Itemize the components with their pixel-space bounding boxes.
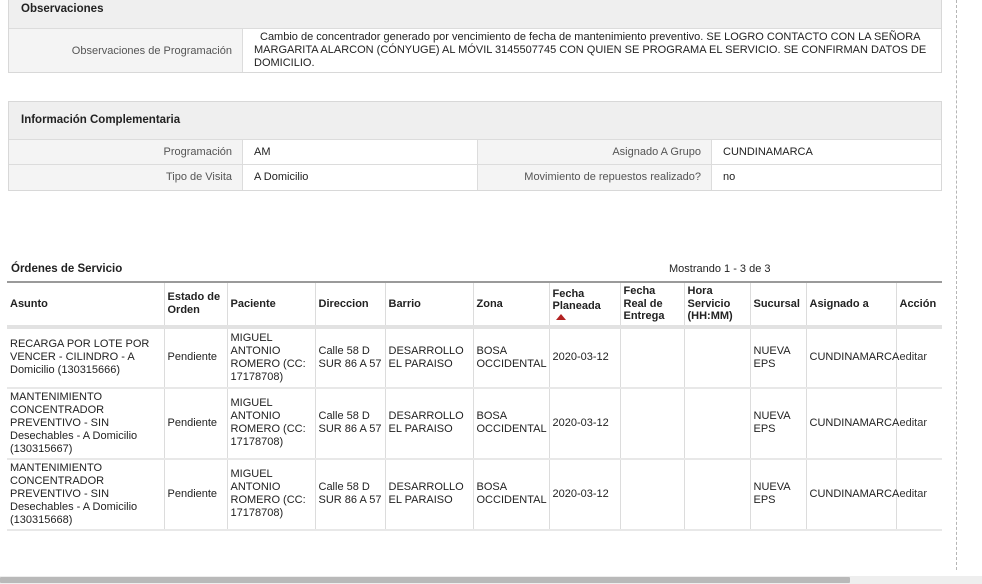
observaciones-table: Observaciones de Programación Cambio de … bbox=[9, 28, 941, 72]
cell-hora-servicio bbox=[684, 387, 751, 460]
observaciones-programacion-value: Cambio de concentrador generado por venc… bbox=[242, 28, 941, 72]
cell-fecha-real bbox=[620, 326, 685, 389]
cell-accion: editar bbox=[896, 326, 942, 389]
col-header-fecha-real[interactable]: Fecha Real de Entrega bbox=[620, 282, 685, 329]
observaciones-panel: Observaciones Observaciones de Programac… bbox=[8, 0, 942, 73]
cell-accion: editar bbox=[896, 458, 942, 531]
col-header-fecha-planeada[interactable]: Fecha Planeada bbox=[549, 282, 621, 329]
cell-fecha-real bbox=[620, 458, 685, 531]
cell-hora-servicio bbox=[684, 326, 751, 389]
col-header-zona[interactable]: Zona bbox=[473, 282, 550, 329]
asignado-grupo-value: CUNDINAMARCA bbox=[711, 139, 941, 165]
horizontal-scrollbar-thumb[interactable] bbox=[0, 577, 850, 583]
cell-sucursal: NUEVA EPS bbox=[750, 326, 807, 389]
col-header-hora-servicio[interactable]: Hora Servicio (HH:MM) bbox=[684, 282, 751, 329]
orders-header-row: Asunto Estado de Orden Paciente Direccio… bbox=[7, 282, 942, 329]
cell-accion: editar bbox=[896, 387, 942, 460]
cell-hora-servicio bbox=[684, 458, 751, 531]
page-edge-divider bbox=[956, 0, 957, 570]
cell-sucursal: NUEVA EPS bbox=[750, 458, 807, 531]
cell-zona: BOSA OCCIDENTAL bbox=[473, 326, 550, 389]
programacion-value: AM bbox=[242, 139, 478, 165]
col-header-paciente[interactable]: Paciente bbox=[227, 282, 316, 329]
informacion-complementaria-title: Información Complementaria bbox=[9, 102, 941, 139]
cell-asunto: MANTENIMIENTO CONCENTRADOR PREVENTIVO - … bbox=[7, 387, 165, 460]
cell-asunto: MANTENIMIENTO CONCENTRADOR PREVENTIVO - … bbox=[7, 458, 165, 531]
col-header-barrio[interactable]: Barrio bbox=[385, 282, 474, 329]
observaciones-programacion-label: Observaciones de Programación bbox=[9, 28, 243, 72]
cell-barrio: DESARROLLO EL PARAISO bbox=[385, 458, 474, 531]
cell-direccion: Calle 58 D SUR 86 A 57 bbox=[315, 326, 386, 389]
cell-zona: BOSA OCCIDENTAL bbox=[473, 387, 550, 460]
cell-estado: Pendiente bbox=[164, 458, 228, 531]
cell-fecha-real bbox=[620, 387, 685, 460]
informacion-complementaria-table: Programación AM Asignado A Grupo CUNDINA… bbox=[9, 139, 941, 190]
cell-asunto: RECARGA POR LOTE POR VENCER - CILINDRO -… bbox=[7, 326, 165, 389]
cell-estado: Pendiente bbox=[164, 326, 228, 389]
cell-paciente: MIGUEL ANTONIO ROMERO (CC: 17178708) bbox=[227, 326, 316, 389]
col-header-sucursal[interactable]: Sucursal bbox=[750, 282, 807, 329]
ordenes-servicio-table: Asunto Estado de Orden Paciente Direccio… bbox=[7, 281, 942, 531]
cell-direccion: Calle 58 D SUR 86 A 57 bbox=[315, 387, 386, 460]
cell-fecha-planeada: 2020-03-12 bbox=[549, 326, 621, 389]
cell-sucursal: NUEVA EPS bbox=[750, 387, 807, 460]
cell-estado: Pendiente bbox=[164, 387, 228, 460]
tipo-visita-label: Tipo de Visita bbox=[9, 164, 243, 190]
table-row: RECARGA POR LOTE POR VENCER - CILINDRO -… bbox=[7, 326, 942, 389]
cell-fecha-planeada: 2020-03-12 bbox=[549, 387, 621, 460]
pagination-count: Mostrando 1 - 3 de 3 bbox=[669, 263, 771, 275]
editar-link[interactable]: editar bbox=[900, 417, 928, 429]
ordenes-servicio-title: Órdenes de Servicio bbox=[11, 263, 123, 275]
col-header-asignado[interactable]: Asignado a bbox=[806, 282, 897, 329]
col-header-fecha-planeada-label: Fecha Planeada bbox=[552, 287, 601, 313]
informacion-complementaria-panel: Información Complementaria Programación … bbox=[8, 101, 942, 191]
col-header-accion: Acción bbox=[896, 282, 942, 329]
cell-barrio: DESARROLLO EL PARAISO bbox=[385, 387, 474, 460]
table-row: MANTENIMIENTO CONCENTRADOR PREVENTIVO - … bbox=[7, 387, 942, 460]
table-row: MANTENIMIENTO CONCENTRADOR PREVENTIVO - … bbox=[7, 458, 942, 531]
tipo-visita-value: A Domicilio bbox=[242, 164, 478, 190]
cell-zona: BOSA OCCIDENTAL bbox=[473, 458, 550, 531]
movimiento-repuestos-label: Movimiento de repuestos realizado? bbox=[477, 164, 712, 190]
col-header-asunto[interactable]: Asunto bbox=[7, 282, 165, 329]
editar-link[interactable]: editar bbox=[900, 488, 928, 500]
horizontal-scrollbar[interactable] bbox=[0, 576, 982, 584]
movimiento-repuestos-value: no bbox=[711, 164, 941, 190]
cell-asignado: CUNDINAMARCA bbox=[806, 326, 899, 389]
programacion-label: Programación bbox=[9, 139, 243, 165]
asignado-grupo-label: Asignado A Grupo bbox=[477, 139, 712, 165]
col-header-estado[interactable]: Estado de Orden bbox=[164, 282, 228, 329]
cell-paciente: MIGUEL ANTONIO ROMERO (CC: 17178708) bbox=[227, 458, 316, 531]
cell-direccion: Calle 58 D SUR 86 A 57 bbox=[315, 458, 386, 531]
cell-asignado: CUNDINAMARCA bbox=[806, 458, 899, 531]
cell-asignado: CUNDINAMARCA bbox=[806, 387, 899, 460]
cell-fecha-planeada: 2020-03-12 bbox=[549, 458, 621, 531]
sort-ascending-icon[interactable] bbox=[555, 313, 566, 320]
col-header-direccion[interactable]: Direccion bbox=[315, 282, 386, 329]
cell-paciente: MIGUEL ANTONIO ROMERO (CC: 17178708) bbox=[227, 387, 316, 460]
observaciones-title: Observaciones bbox=[9, 0, 941, 28]
editar-link[interactable]: editar bbox=[900, 351, 928, 363]
cell-barrio: DESARROLLO EL PARAISO bbox=[385, 326, 474, 389]
